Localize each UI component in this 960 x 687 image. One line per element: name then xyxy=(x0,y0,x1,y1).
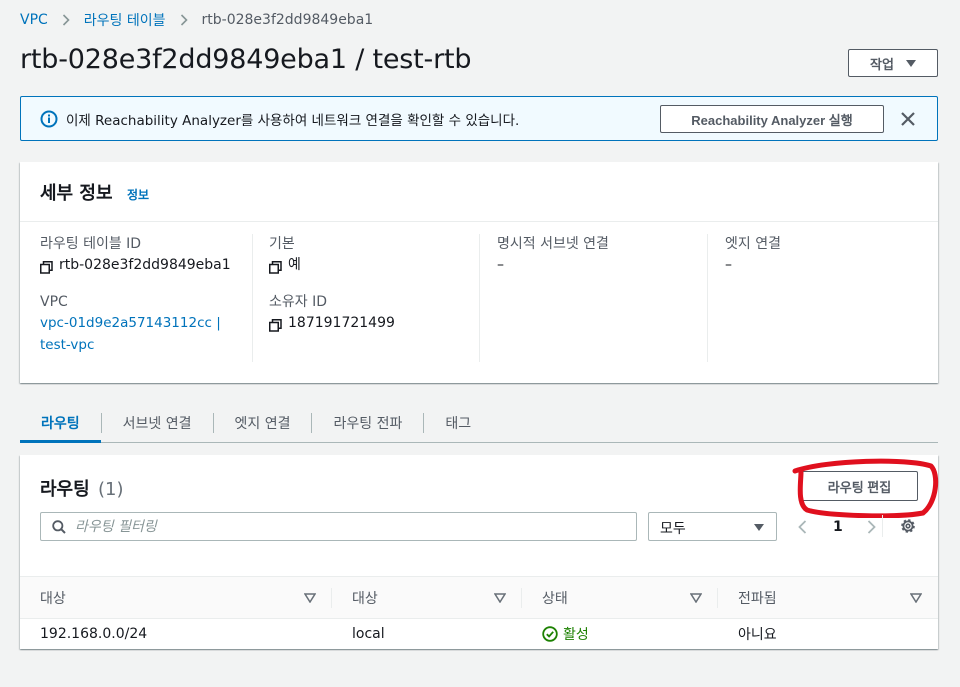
tab-edge-associations[interactable]: 엣지 연결 xyxy=(214,404,312,442)
sort-icon xyxy=(494,593,506,603)
close-icon[interactable] xyxy=(899,110,917,128)
flash-message: 이제 Reachability Analyzer를 사용하여 네트워크 연결을 … xyxy=(66,113,520,129)
route-filter-input[interactable] xyxy=(75,515,625,538)
breadcrumb-vpc-link[interactable]: VPC xyxy=(20,12,48,28)
details-header: 세부 정보 정보 xyxy=(20,162,938,222)
owner-id-label: 소유자 ID xyxy=(269,294,327,310)
sort-icon xyxy=(690,593,702,603)
routes-count: (1) xyxy=(97,479,124,500)
column-header-destination[interactable]: 대상 xyxy=(20,577,332,619)
copy-icon[interactable] xyxy=(40,259,53,274)
vpc-label: VPC xyxy=(40,294,68,310)
route-table-id-text: rtb-028e3f2dd9849eba1 xyxy=(59,257,231,273)
pager-divider xyxy=(882,515,883,537)
actions-button-label: 작업 xyxy=(870,56,894,72)
column-header-label: 대상 xyxy=(40,591,66,607)
routes-panel: 라우팅 (1) 라우팅 편집 모두 1 대상 xyxy=(20,455,939,649)
edge-association-value: – xyxy=(725,257,732,273)
details-title: 세부 정보 xyxy=(40,183,113,204)
search-icon xyxy=(52,520,66,534)
chevron-right-icon xyxy=(62,14,70,26)
cell-status: 활성 xyxy=(522,619,718,649)
table-row: 192.168.0.0/24 local 활성 아니요 xyxy=(20,619,938,649)
tab-route-propagation[interactable]: 라우팅 전파 xyxy=(312,404,423,442)
caret-down-icon xyxy=(905,59,916,67)
page-title: rtb-028e3f2dd9849eba1 / test-rtb xyxy=(20,44,472,75)
gear-icon[interactable] xyxy=(899,517,917,535)
table-header: 대상 대상 상태 전파됨 xyxy=(20,576,938,619)
main-label: 기본 xyxy=(269,236,295,252)
chevron-left-icon[interactable] xyxy=(795,519,811,535)
details-column-2: 기본 예 소유자 ID 187191721499 xyxy=(252,234,480,362)
edit-routes-button[interactable]: 라우팅 편집 xyxy=(801,471,918,501)
check-circle-icon xyxy=(542,626,558,642)
owner-id-value: 187191721499 xyxy=(269,312,480,334)
route-filter xyxy=(40,512,637,541)
tab-bar: 라우팅 서브넷 연결 엣지 연결 라우팅 전파 태그 xyxy=(20,404,938,443)
cell-propagated: 아니요 xyxy=(738,627,777,643)
tab-subnet-associations[interactable]: 서브넷 연결 xyxy=(102,404,213,442)
copy-icon[interactable] xyxy=(269,259,282,274)
status-badge: 활성 xyxy=(542,624,589,644)
current-page[interactable]: 1 xyxy=(833,519,843,535)
column-header-propagated[interactable]: 전파됨 xyxy=(718,577,938,619)
breadcrumb-route-tables-link[interactable]: 라우팅 테이블 xyxy=(84,10,166,30)
run-reachability-analyzer-button[interactable]: Reachability Analyzer 실행 xyxy=(660,105,884,133)
route-table-id-label: 라우팅 테이블 ID xyxy=(40,236,142,252)
routes-title-text: 라우팅 xyxy=(40,479,90,500)
column-header-status[interactable]: 상태 xyxy=(522,577,718,619)
select-value: 모두 xyxy=(660,521,686,537)
route-table-id-value: rtb-028e3f2dd9849eba1 xyxy=(40,254,250,276)
column-header-target[interactable]: 대상 xyxy=(332,577,522,619)
chevron-right-icon[interactable] xyxy=(863,519,879,535)
status-text: 활성 xyxy=(563,627,589,643)
sort-icon xyxy=(910,593,922,603)
vpc-name-link[interactable]: test-vpc xyxy=(40,334,250,356)
column-header-label: 전파됨 xyxy=(738,591,777,607)
cell-destination: 192.168.0.0/24 xyxy=(40,626,148,642)
details-info-link[interactable]: 정보 xyxy=(127,186,149,203)
explicit-subnet-label: 명시적 서브넷 연결 xyxy=(497,236,609,252)
pagination: 1 xyxy=(795,512,879,541)
breadcrumb-current: rtb-028e3f2dd9849eba1 xyxy=(201,12,374,28)
main-value-text: 예 xyxy=(288,257,301,273)
cell-target: local xyxy=(352,626,385,642)
explicit-subnet-value: – xyxy=(497,257,504,273)
copy-icon[interactable] xyxy=(269,317,282,332)
tab-tags[interactable]: 태그 xyxy=(424,404,492,442)
owner-id-text: 187191721499 xyxy=(288,315,395,331)
column-header-label: 대상 xyxy=(352,591,378,607)
routes-title: 라우팅 (1) xyxy=(40,475,123,501)
route-filter-select[interactable]: 모두 xyxy=(648,512,777,541)
details-panel: 세부 정보 정보 라우팅 테이블 ID rtb-028e3f2dd9849eba… xyxy=(20,162,938,383)
breadcrumb: VPC 라우팅 테이블 rtb-028e3f2dd9849eba1 xyxy=(20,10,373,30)
routes-table: 대상 대상 상태 전파됨 192.168.0.0/24 local 활성 아니요 xyxy=(20,576,938,649)
edge-association-label: 엣지 연결 xyxy=(725,236,781,252)
actions-dropdown-button[interactable]: 작업 xyxy=(848,49,938,77)
column-header-label: 상태 xyxy=(542,591,568,607)
details-column-3: 명시적 서브넷 연결 – xyxy=(479,234,707,362)
caret-down-icon xyxy=(754,524,764,531)
details-column-1: 라우팅 테이블 ID rtb-028e3f2dd9849eba1 VPC vpc… xyxy=(40,234,250,362)
main-value: 예 xyxy=(269,254,480,276)
chevron-right-icon xyxy=(180,14,188,26)
info-flash-banner: 이제 Reachability Analyzer를 사용하여 네트워크 연결을 … xyxy=(20,96,938,141)
details-column-4: 엣지 연결 – xyxy=(707,234,935,362)
vpc-link[interactable]: vpc-01d9e2a57143112cc | xyxy=(40,312,250,334)
tab-routes[interactable]: 라우팅 xyxy=(20,404,101,443)
info-icon xyxy=(40,110,58,128)
sort-icon xyxy=(304,593,316,603)
